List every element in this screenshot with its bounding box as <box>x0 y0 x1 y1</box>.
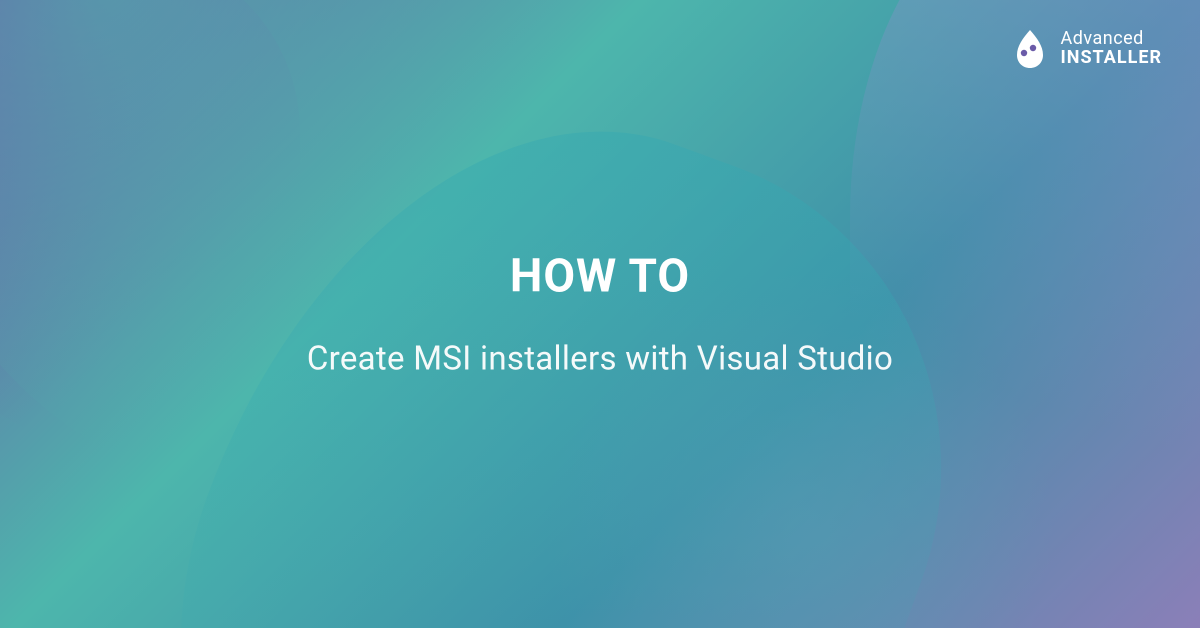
main-content: HOW TO Create MSI installers with Visual… <box>0 250 1200 379</box>
brand-name-bottom: INSTALLER <box>1061 49 1163 68</box>
puzzle-drop-icon <box>1009 28 1051 70</box>
brand-logo: Advanced INSTALLER <box>1009 28 1163 70</box>
brand-name: Advanced INSTALLER <box>1061 30 1163 68</box>
page-subheading: Create MSI installers with Visual Studio <box>0 340 1200 379</box>
page-heading: HOW TO <box>0 250 1200 304</box>
